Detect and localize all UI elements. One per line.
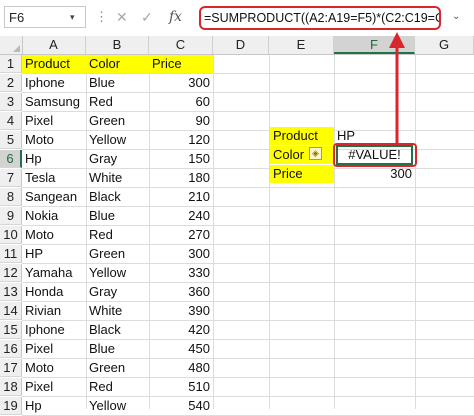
- annotation-arrow: [389, 32, 405, 143]
